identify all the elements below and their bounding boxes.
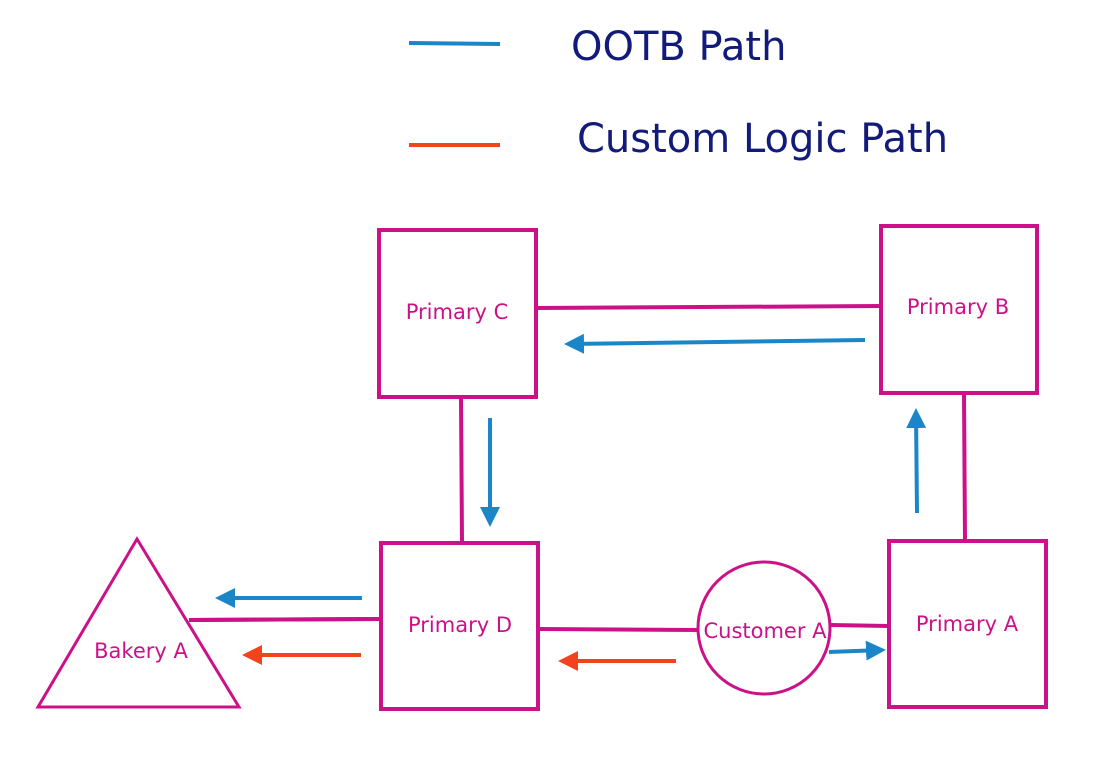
node-label: Primary A [916, 612, 1019, 636]
legend-swatch-ootb [408, 41, 501, 46]
node-label: Customer A [703, 619, 827, 643]
legend: OOTB Path Custom Logic Path [408, 24, 948, 162]
legend-label-custom: Custom Logic Path [577, 116, 948, 162]
legend-item-ootb: OOTB Path [408, 24, 786, 70]
node-triangle [35, 536, 242, 709]
node-primary-d[interactable]: Primary D [379, 541, 540, 711]
node-label: Primary D [408, 613, 512, 637]
connection-primary-d-customer-a [538, 627, 699, 632]
connection-customer-a-primary-a [830, 623, 890, 628]
connections [188, 304, 967, 632]
connection-primary-b-primary-a [962, 392, 967, 542]
connection-primary-c-primary-d [459, 396, 464, 544]
node-primary-b[interactable]: Primary B [879, 224, 1039, 395]
node-primary-c[interactable]: Primary C [377, 228, 538, 399]
flow-arrow-ootb-b-to-c [564, 333, 866, 354]
flow-arrow-ootb-a-to-b [906, 408, 927, 514]
connection-primary-d-bakery-a-overlay [189, 617, 382, 622]
connection-primary-c-primary-b [536, 304, 882, 310]
legend-label-ootb: OOTB Path [571, 24, 786, 70]
legend-item-custom: Custom Logic Path [409, 116, 948, 162]
node-label: Primary C [406, 300, 509, 324]
node-bakery-a[interactable]: Bakery A [35, 536, 242, 709]
node-primary-a[interactable]: Primary A [887, 539, 1048, 709]
node-label: Bakery A [94, 639, 188, 663]
flow-arrow-ootb-customer-to-a [828, 640, 886, 661]
node-customer-a[interactable]: Customer A [696, 560, 832, 696]
node-label: Primary B [907, 295, 1009, 319]
diagram-canvas: OOTB Path Custom Logic Path Primary C Pr… [35, 24, 1048, 711]
